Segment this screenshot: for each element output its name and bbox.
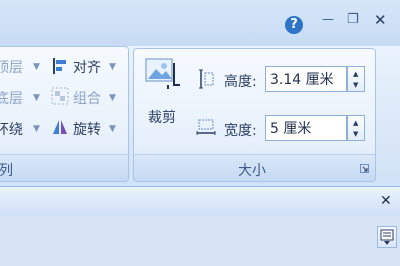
arrange-group-label-bar: 列 <box>0 154 128 181</box>
rotate-dropdown-icon[interactable]: ▼ <box>109 124 116 134</box>
height-label: 高度: <box>224 74 257 90</box>
group-icon <box>51 87 69 105</box>
bring-to-front-dropdown-icon[interactable]: ▼ <box>33 62 40 72</box>
align-dropdown-icon[interactable]: ▼ <box>109 62 116 72</box>
send-to-back-label[interactable]: 底层 <box>0 88 23 108</box>
width-spinner-up-icon[interactable]: ▲ <box>353 119 358 127</box>
layout-options-icon <box>380 229 394 245</box>
text-wrap-dropdown-icon[interactable]: ▼ <box>33 124 40 134</box>
minimize-button[interactable]: — <box>322 12 334 26</box>
rotate-button[interactable]: 旋转 <box>73 119 101 139</box>
task-pane-header: ✕ <box>0 186 400 217</box>
size-group: 裁剪 高度: 3.14 厘米 ▲ ▼ 宽度: 5 厘米 ▲ ▼ 大小 <box>133 48 376 182</box>
width-spinner[interactable]: ▲ ▼ <box>347 115 365 141</box>
width-spinner-down-icon[interactable]: ▼ <box>353 130 358 138</box>
rotate-icon <box>53 120 67 134</box>
size-group-title: 大小 <box>238 163 266 179</box>
send-to-back-dropdown-icon[interactable]: ▼ <box>33 93 40 103</box>
width-label: 宽度: <box>224 123 257 139</box>
crop-button[interactable]: 裁剪 <box>142 53 186 133</box>
dialog-launcher-icon[interactable] <box>360 164 369 173</box>
arrange-group: 顶层 ▼ 底层 ▼ 环绕 ▼ 对齐 ▼ 组合 ▼ 旋转 ▼ 列 <box>0 46 129 182</box>
close-window-button[interactable]: ✕ <box>374 11 387 29</box>
title-bar: ? — ❐ ✕ <box>0 0 400 46</box>
help-button[interactable]: ? <box>285 16 303 34</box>
height-spinner-up-icon[interactable]: ▲ <box>353 70 358 78</box>
crop-label: 裁剪 <box>148 110 176 126</box>
group-dropdown-icon[interactable]: ▼ <box>109 93 116 103</box>
height-icon <box>199 69 214 89</box>
restore-button[interactable]: ❐ <box>347 12 359 27</box>
width-input[interactable]: 5 厘米 <box>265 115 347 141</box>
height-spinner[interactable]: ▲ ▼ <box>347 66 365 92</box>
height-input[interactable]: 3.14 厘米 <box>265 66 347 92</box>
width-icon <box>196 119 216 135</box>
bring-to-front-label[interactable]: 顶层 <box>0 57 23 77</box>
group-button[interactable]: 组合 <box>73 88 101 108</box>
arrange-group-title: 列 <box>0 163 13 179</box>
crop-icon <box>145 58 180 89</box>
ribbon: 顶层 ▼ 底层 ▼ 环绕 ▼ 对齐 ▼ 组合 ▼ 旋转 ▼ 列 裁剪 高度: 3… <box>0 46 400 187</box>
task-pane-close-button[interactable]: ✕ <box>380 193 392 209</box>
align-button[interactable]: 对齐 <box>73 57 101 77</box>
text-wrap-label[interactable]: 环绕 <box>0 119 23 139</box>
scroll-arrow-button[interactable] <box>377 226 397 248</box>
task-pane-body <box>0 216 400 266</box>
align-icon <box>53 58 66 74</box>
size-group-label-bar: 大小 <box>134 154 375 181</box>
height-spinner-down-icon[interactable]: ▼ <box>353 81 358 89</box>
